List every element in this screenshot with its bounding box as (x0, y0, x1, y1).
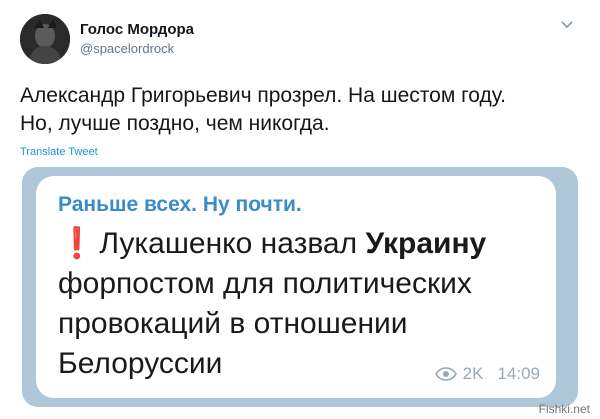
user-handle[interactable]: @spacelordrock (80, 41, 174, 56)
post-headline: ❗ Лукашенко назвал Украину форпостом для … (58, 224, 553, 384)
tweet-text: Александр Григорьевич прозрел. На шестом… (20, 82, 580, 138)
post-time: 14:09 (497, 364, 540, 383)
exclamation-icon: ❗ (58, 227, 96, 260)
tweet-header: Голос Мордора @spacelordrock (20, 14, 580, 66)
tweet-card: Голос Мордора @spacelordrock Александр Г… (0, 0, 600, 419)
headline-bold-text: Украину (365, 227, 487, 260)
chevron-down-icon[interactable] (560, 20, 574, 30)
display-name[interactable]: Голос Мордора (80, 21, 194, 38)
watermark: Fishki.net (538, 402, 590, 416)
avatar[interactable] (20, 14, 70, 64)
view-count: 2K (462, 364, 484, 383)
eye-icon (434, 367, 457, 381)
channel-title: Раньше всех. Ну почти. (58, 193, 302, 216)
headline-text: форпостом для политических (58, 267, 472, 300)
headline-text: провокаций в отношении (58, 307, 408, 340)
avatar-image (20, 14, 70, 64)
tweet-text-line: Но, лучше поздно, чем никогда. (20, 112, 330, 135)
headline-text: Лукашенко назвал (99, 227, 366, 260)
post-meta: 2K 14:09 (434, 364, 540, 384)
translate-tweet-link[interactable]: Translate Tweet (20, 146, 98, 158)
embedded-post-card[interactable]: Раньше всех. Ну почти. ❗ Лукашенко назвал… (36, 176, 556, 398)
tweet-text-line: Александр Григорьевич прозрел. На шестом… (20, 84, 506, 107)
